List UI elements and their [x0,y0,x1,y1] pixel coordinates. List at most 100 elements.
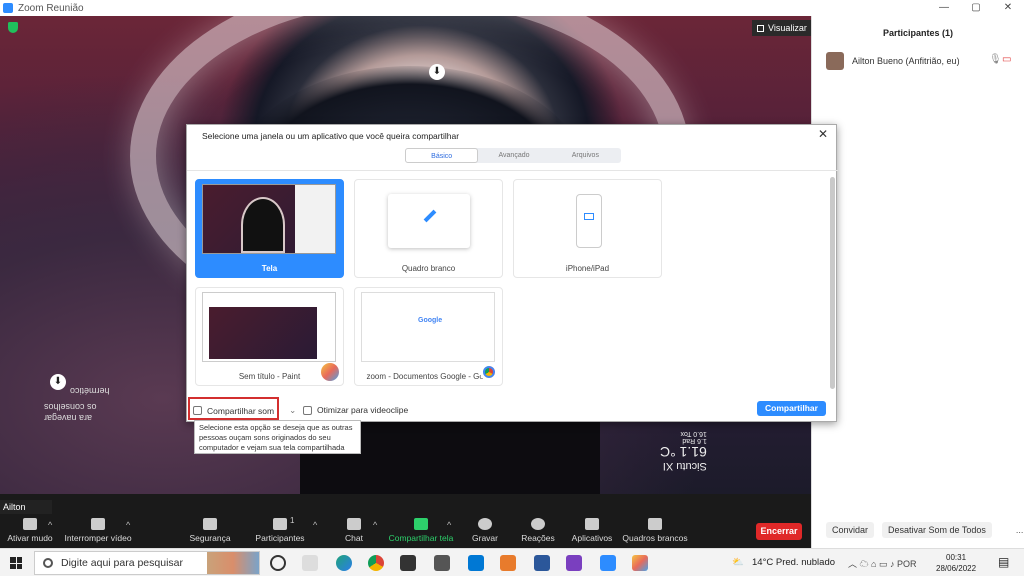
mail-icon[interactable] [434,555,450,571]
close-window-icon[interactable]: ✕ [992,0,1024,16]
share-screen-icon [414,518,428,530]
tile-label: iPhone/iPad [565,264,610,273]
photos-icon[interactable] [468,555,484,571]
invite-button[interactable]: Convidar [826,522,875,538]
video-options-caret[interactable]: ^ [126,520,130,530]
microphone-icon[interactable]: 🎙 [989,54,1002,65]
whiteboards-label: Quadros brancos [622,533,688,543]
maximize-icon[interactable]: ▢ [960,0,992,16]
google-docs-thumbnail: Google [361,292,495,362]
zoom-taskbar-icon[interactable] [600,555,616,571]
pin-icon[interactable]: ⬇ [429,64,445,80]
optimize-video-label: Otimizar para videoclipe [317,405,409,415]
more-options-button[interactable]: ... [1016,525,1024,535]
clock-time: 00:31 [946,553,967,562]
whiteboard-icon [648,518,662,530]
dialog-title: Selecione uma janela ou um aplicativo qu… [202,131,460,141]
weather-text[interactable]: 14°C Pred. nublado [752,557,835,568]
paint-app-icon [321,363,339,381]
meeting-toolbar: Ativar mudo ^ Interromper vídeo ^ Segura… [0,514,811,548]
app-icon[interactable] [566,555,582,571]
security-label: Segurança [189,533,231,543]
reactions-label: Reações [521,533,555,543]
people-icon [273,518,287,530]
optimize-video-checkbox[interactable] [303,405,312,415]
participant-row[interactable]: Ailton Bueno (Anfitrião, eu) 🎙 ▭ [826,52,1016,70]
chat-icon [347,518,361,530]
participants-count: 1 [290,516,295,525]
emoji-icon [531,518,545,530]
record-label: Gravar [472,533,498,543]
overlay-weather-line3: 1.6 Rad [682,437,707,444]
share-tile-chrome[interactable]: Google zoom - Documentos Google - Go... [354,287,503,386]
security-shield-icon[interactable] [8,22,18,33]
search-placeholder: Digite aqui para pesquisar [61,557,183,569]
share-tile-screen[interactable]: Tela [195,179,344,278]
overlay-weather-hud: Sicutu XI 61.1 °C 1.6 Rad 16.0 Tox [660,430,707,472]
divider [187,170,838,171]
chat-label: Chat [345,533,363,543]
overlay-text-2: os conselhos [44,402,97,412]
pin-icon-left[interactable]: ⬇ [50,374,66,390]
share-button[interactable]: Compartilhar [757,401,826,416]
whiteboard-card [388,194,470,248]
store-icon[interactable] [400,555,416,571]
window-titlebar: Zoom Reunião — ▢ ✕ [0,0,1024,16]
airplay-icon [584,213,594,220]
close-icon[interactable]: ✕ [818,127,828,141]
participants-label: Participantes [255,533,305,543]
share-dialog: Selecione uma janela ou um aplicativo qu… [186,124,838,422]
grid-view-icon [757,24,764,32]
tab-basico[interactable]: Básico [405,148,479,163]
windows-start-icon[interactable] [10,557,22,569]
overlay-weather-line1: Sicutu XI [662,460,707,472]
task-view-icon[interactable] [302,555,318,571]
tile-label: Tela [261,264,278,273]
mute-options-caret[interactable]: ^ [48,520,52,530]
taskbar-search[interactable]: Digite aqui para pesquisar [34,551,260,575]
tab-avancado[interactable]: Avançado [478,148,549,163]
participants-button[interactable]: Participantes [240,518,320,543]
share-tile-whiteboard[interactable]: Quadro branco [354,179,503,278]
participant-name-tag: Ailton Bueno [0,500,52,526]
paint-taskbar-icon[interactable] [632,555,648,571]
share-tile-iphone[interactable]: iPhone/iPad [513,179,662,278]
taskbar-clock[interactable]: 00:31 28/06/2022 [936,552,976,574]
zoom-app-icon [3,3,13,13]
video-camera-icon [91,518,105,530]
chrome-taskbar-icon[interactable] [368,555,384,571]
edge-icon[interactable] [336,555,352,571]
tab-arquivos[interactable]: Arquivos [550,148,621,163]
word-icon[interactable] [534,555,550,571]
mute-label: Ativar mudo [7,533,53,543]
overlay-text-1: hermético [70,386,110,396]
overlay-weather-line4: 16.0 Tox [680,430,707,437]
end-meeting-button[interactable]: Encerrar [756,523,802,540]
participants-panel: Participantes (1) Ailton Bueno (Anfitriã… [811,16,1024,548]
chevron-down-icon[interactable]: ⌄ [289,405,296,416]
mute-all-button[interactable]: Desativar Som de Todos [882,522,992,538]
weather-icon[interactable]: ⛅ [732,557,744,568]
apps-icon [585,518,599,530]
minimize-icon[interactable]: — [928,0,960,16]
apps-label: Aplicativos [571,533,613,543]
view-button-label: Visualizar [768,23,807,33]
camera-off-icon[interactable]: ▭ [1002,54,1011,65]
dialog-scrollbar[interactable] [830,177,835,389]
phone-icon [576,194,602,248]
optimize-video-option[interactable]: Otimizar para videoclipe [303,405,408,415]
share-tile-paint[interactable]: Sem título - Paint [195,287,344,386]
file-explorer-icon[interactable] [500,555,516,571]
participants-title: Participantes (1) [882,28,954,38]
dialog-tabs: Básico Avançado Arquivos [405,148,621,163]
microphone-icon [23,518,37,530]
chat-options-caret[interactable]: ^ [373,520,377,530]
view-button[interactable]: Visualizar [752,20,812,36]
system-tray-icons[interactable]: ︿ ☁ ⌂ ▭ ♪ POR [848,557,916,570]
cortana-icon[interactable] [270,555,286,571]
notifications-icon[interactable]: ▤ [998,555,1009,569]
pen-icon [423,209,437,223]
whiteboards-button[interactable]: Quadros brancos [615,518,695,543]
share-sound-tooltip: Selecione esta opção se deseja que as ou… [194,420,361,454]
security-button[interactable]: Segurança [170,518,250,543]
